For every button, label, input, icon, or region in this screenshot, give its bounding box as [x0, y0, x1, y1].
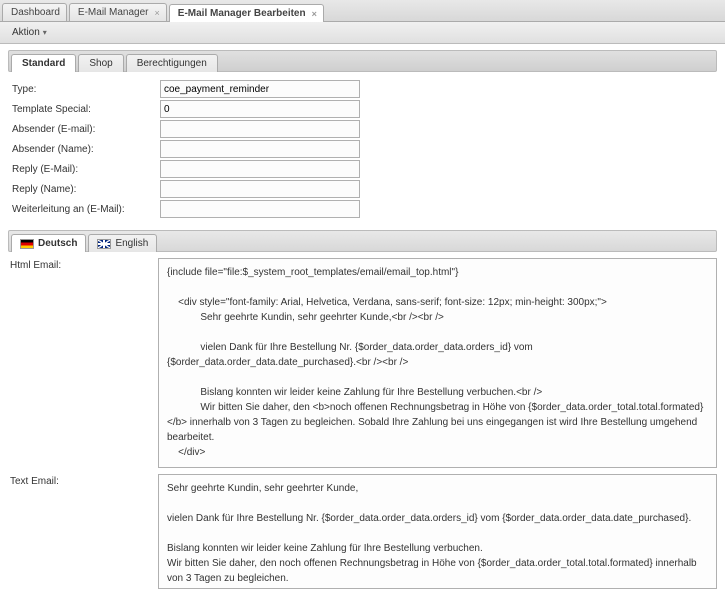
tab-lang-deutsch[interactable]: Deutsch: [11, 234, 86, 252]
reply-name-input[interactable]: [160, 180, 360, 198]
language-tabs: Deutsch English: [8, 230, 717, 252]
tab-email-manager-edit-label: E-Mail Manager Bearbeiten: [178, 8, 306, 19]
reply-email-label: Reply (E-Mail):: [10, 164, 160, 175]
absender-email-label: Absender (E-mail):: [10, 124, 160, 135]
aktion-label: Aktion: [12, 27, 40, 38]
template-special-label: Template Special:: [10, 104, 160, 115]
type-input[interactable]: [160, 80, 360, 98]
absender-name-label: Absender (Name):: [10, 144, 160, 155]
reply-email-input[interactable]: [160, 160, 360, 178]
tab-standard-label: Standard: [22, 58, 65, 69]
aktion-button[interactable]: Aktion ▾: [6, 25, 53, 40]
tab-dashboard-label: Dashboard: [11, 7, 60, 18]
weiterleitung-input[interactable]: [160, 200, 360, 218]
weiterleitung-label: Weiterleitung an (E-Mail):: [10, 204, 160, 215]
html-email-editor[interactable]: {include file="file:$_system_root_templa…: [158, 258, 717, 468]
tab-lang-english[interactable]: English: [88, 234, 157, 252]
text-email-label: Text Email:: [8, 474, 158, 589]
text-email-editor[interactable]: Sehr geehrte Kundin, sehr geehrter Kunde…: [158, 474, 717, 589]
tab-shop-label: Shop: [89, 58, 112, 69]
tab-berechtigungen[interactable]: Berechtigungen: [126, 54, 218, 72]
tab-email-manager-edit[interactable]: E-Mail Manager Bearbeiten ×: [169, 4, 324, 22]
close-icon[interactable]: ×: [155, 8, 160, 18]
reply-name-label: Reply (Name):: [10, 184, 160, 195]
template-special-input[interactable]: [160, 100, 360, 118]
tab-shop[interactable]: Shop: [78, 54, 123, 72]
chevron-down-icon: ▾: [43, 28, 47, 37]
tab-lang-deutsch-label: Deutsch: [38, 238, 77, 249]
tab-dashboard[interactable]: Dashboard: [2, 3, 67, 21]
sub-tabs: Standard Shop Berechtigungen: [8, 50, 717, 72]
tab-email-manager-label: E-Mail Manager: [78, 7, 149, 18]
tab-berechtigungen-label: Berechtigungen: [137, 58, 207, 69]
top-tabs: Dashboard E-Mail Manager × E-Mail Manage…: [0, 0, 725, 22]
close-icon[interactable]: ×: [312, 9, 317, 19]
tab-standard[interactable]: Standard: [11, 54, 76, 72]
tab-email-manager[interactable]: E-Mail Manager ×: [69, 3, 167, 21]
html-email-label: Html Email:: [8, 258, 158, 468]
tab-lang-english-label: English: [115, 238, 148, 249]
type-label: Type:: [10, 84, 160, 95]
flag-de-icon: [20, 239, 34, 249]
absender-name-input[interactable]: [160, 140, 360, 158]
toolbar: Aktion ▾: [0, 22, 725, 44]
absender-email-input[interactable]: [160, 120, 360, 138]
form-area: Type: Template Special: Absender (E-mail…: [8, 76, 717, 224]
flag-en-icon: [97, 239, 111, 249]
